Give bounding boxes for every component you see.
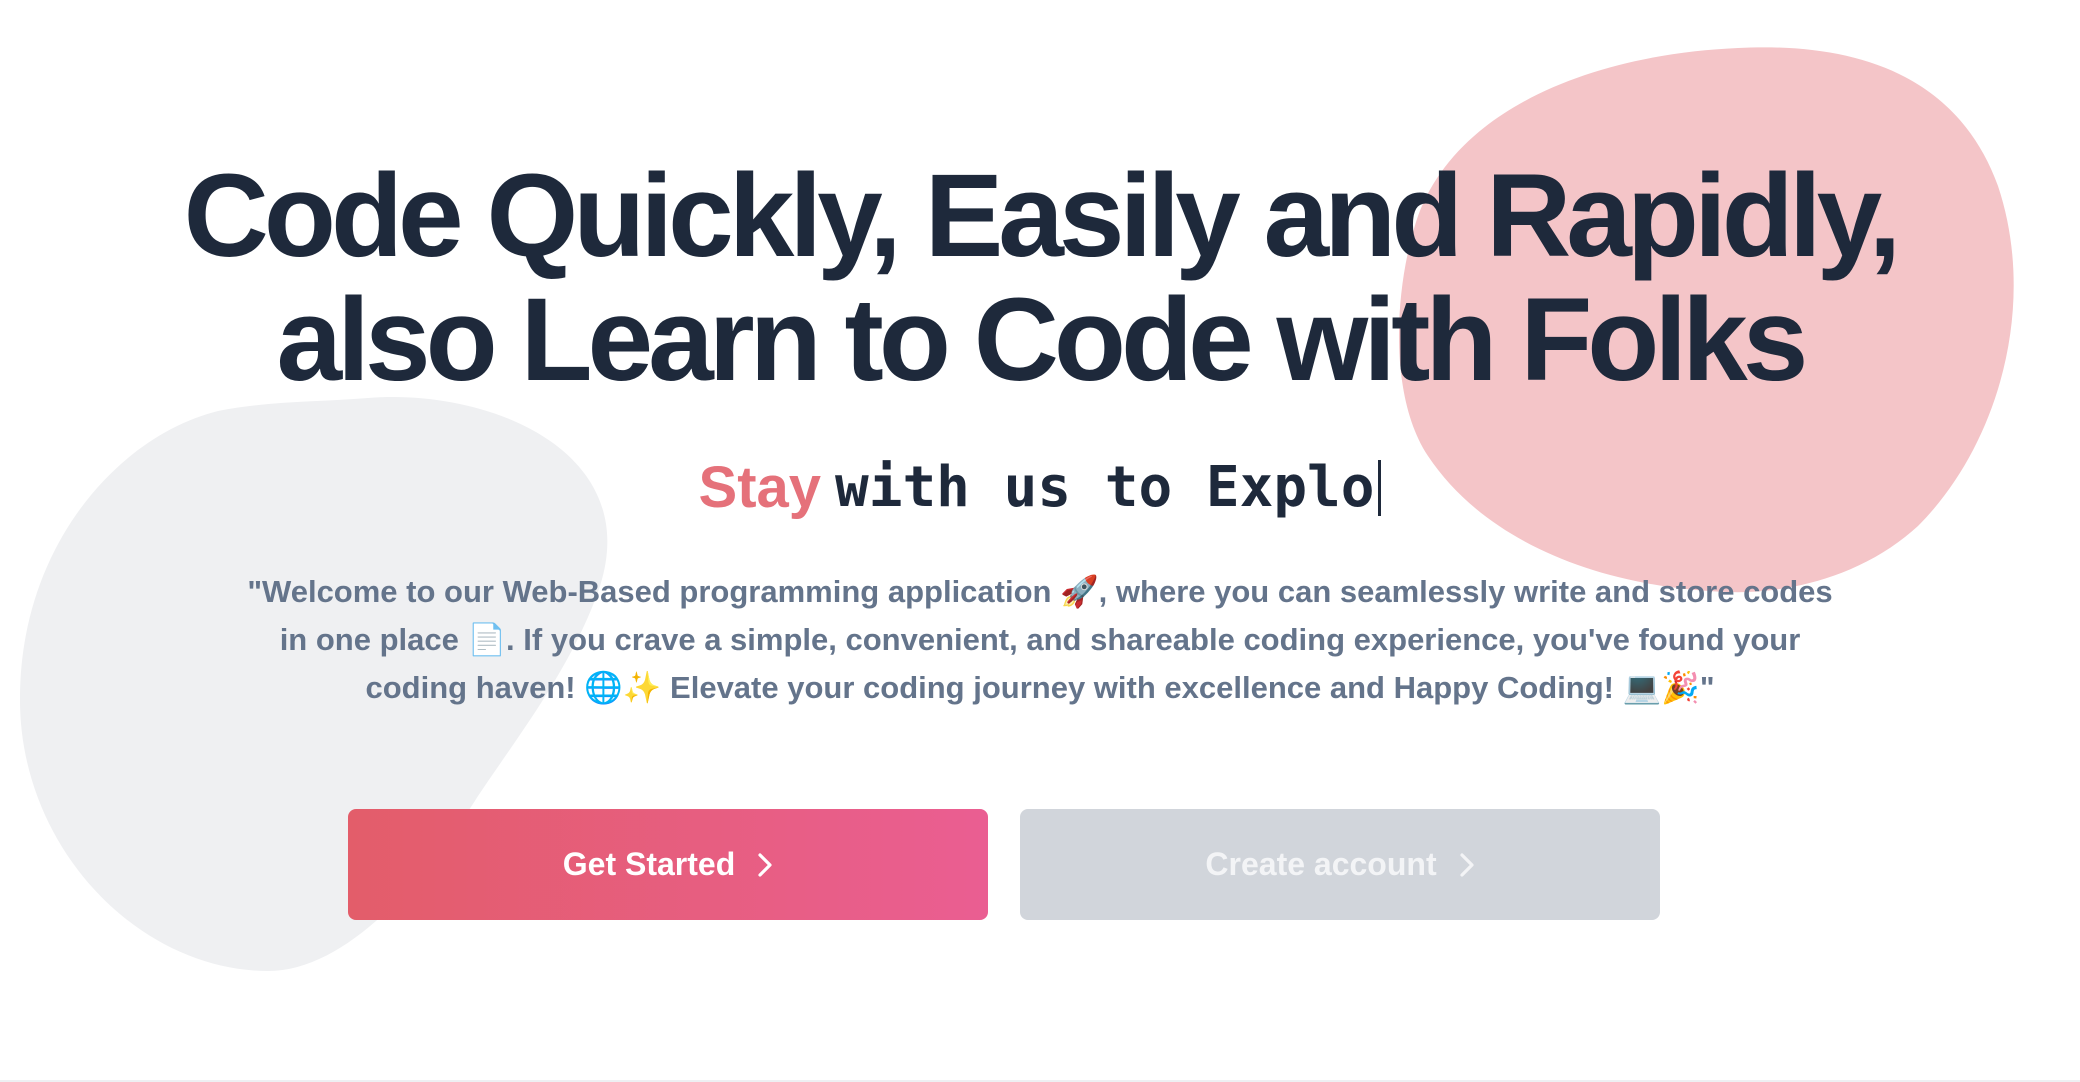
- typing-animated-text: with us to Explo: [835, 455, 1375, 520]
- typing-tagline: Stay with us to Explo: [0, 452, 2080, 524]
- chevron-right-icon: [1459, 852, 1474, 877]
- create-account-label: Create account: [1205, 846, 1437, 882]
- hero-headline: Code Quickly, Easily and Rapidly, also L…: [0, 154, 2080, 402]
- chevron-right-icon: [758, 852, 772, 877]
- typing-accent-word: Stay: [698, 455, 822, 520]
- intro-paragraph: "Welcome to our Web-Based programming ap…: [247, 574, 1833, 705]
- typing-caret-icon: [1378, 460, 1382, 516]
- get-started-button[interactable]: Get Started: [348, 809, 988, 920]
- create-account-button[interactable]: Create account: [1020, 809, 1660, 920]
- headline-line-1: Code Quickly, Easily and Rapidly,: [183, 150, 1902, 282]
- headline-line-2: also Learn to Code with Folks: [276, 274, 1809, 406]
- get-started-label: Get Started: [562, 846, 736, 882]
